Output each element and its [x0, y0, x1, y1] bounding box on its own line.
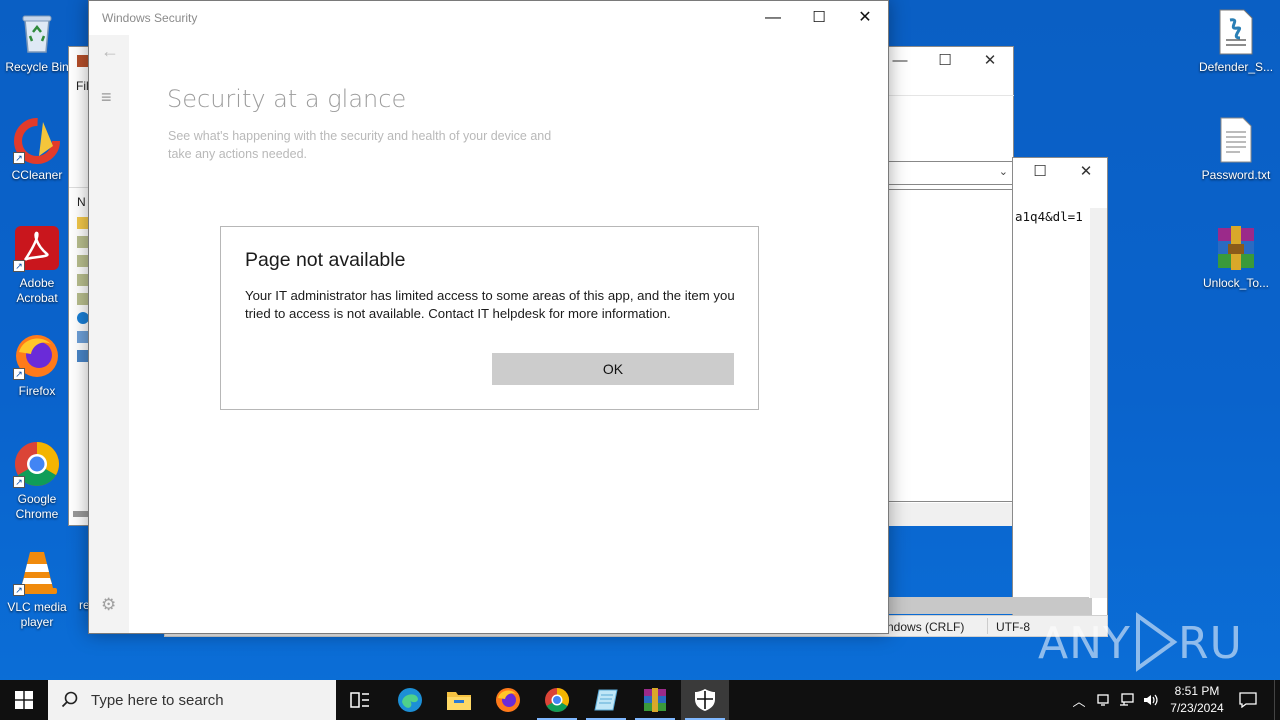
svg-text:RUN: RUN — [1178, 618, 1238, 669]
notepad-text-fragment: a1q4&dl=1 — [1015, 209, 1083, 224]
taskbar-file-explorer[interactable] — [435, 680, 483, 720]
taskbar-edge[interactable] — [386, 680, 434, 720]
shortcut-arrow-icon: ↗ — [13, 368, 25, 380]
background-window-upper[interactable]: — ☐ ✕ ⌄ — [886, 46, 1014, 526]
maximize-icon[interactable]: ☐ — [922, 47, 968, 77]
desktop-icon-label: Firefox — [18, 384, 56, 398]
column-fragment: N — [77, 195, 86, 209]
vertical-scrollbar[interactable] — [1090, 208, 1107, 598]
desktop-icon-password-txt[interactable]: Password.txt — [1199, 116, 1273, 183]
windows-logo-icon — [15, 691, 33, 709]
ok-button[interactable]: OK — [492, 353, 734, 385]
desktop-icon-label: CCleaner — [11, 168, 63, 182]
shortcut-arrow-icon: ↗ — [13, 152, 25, 164]
close-button[interactable]: ✕ — [842, 1, 888, 35]
start-button[interactable] — [0, 680, 48, 720]
page-heading: Security at a glance — [167, 85, 407, 113]
shortcut-arrow-icon: ↗ — [13, 584, 25, 596]
shortcut-arrow-icon: ↗ — [13, 476, 25, 488]
desktop-icon-label: Adobe Acrobat — [16, 276, 58, 305]
notification-center-button[interactable] — [1234, 680, 1262, 720]
tray-device-icon[interactable] — [1092, 680, 1114, 720]
chevron-up-icon: ︿ — [1072, 693, 1086, 709]
desktop-icon-ccleaner[interactable]: ↗ CCleaner — [0, 116, 74, 183]
task-view-icon — [350, 692, 369, 708]
taskbar-clock[interactable]: 8:51 PM 7/23/2024 — [1162, 683, 1232, 717]
folder-icon — [447, 692, 471, 710]
title-bar[interactable]: Windows Security — ☐ ✕ — [89, 1, 888, 35]
desktop-icon-vlc[interactable]: ↗ VLC media player — [0, 548, 74, 630]
page-subheading: See what's happening with the security a… — [168, 129, 552, 161]
show-desktop-strip[interactable] — [1274, 680, 1280, 720]
desktop-icon-label: VLC media player — [7, 600, 67, 629]
notification-icon — [1239, 692, 1257, 708]
taskbar: Type here to search ︿ 8:51 PM 7/23/2024 — [0, 680, 1280, 720]
hamburger-menu-icon[interactable]: ≡ — [101, 87, 112, 108]
firefox-icon — [496, 688, 520, 712]
taskbar-windows-security[interactable] — [681, 680, 729, 720]
minimize-button[interactable]: — — [750, 1, 796, 35]
network-icon[interactable] — [1116, 680, 1138, 720]
firefox-icon: ↗ — [13, 332, 61, 380]
desktop-icon-label: Unlock_To... — [1202, 276, 1270, 290]
desktop-icon-label: Recycle Bin — [5, 60, 69, 74]
dialog-title: Page not available — [245, 249, 406, 271]
chrome-icon — [545, 688, 570, 713]
taskbar-notepad[interactable] — [582, 680, 630, 720]
back-arrow-icon[interactable]: ← — [101, 41, 119, 62]
vlc-icon: ↗ — [13, 548, 61, 596]
maximize-button[interactable]: ☐ — [796, 1, 842, 35]
page-not-available-dialog: Page not available Your IT administrator… — [220, 226, 759, 410]
menu-fragment: Fil — [76, 79, 89, 93]
desktop-icon-label: Google Chrome — [15, 492, 59, 521]
script-file-icon — [1212, 8, 1260, 56]
show-hidden-icons-button[interactable]: ︿ — [1068, 680, 1090, 720]
close-icon[interactable]: ✕ — [967, 47, 1013, 77]
clock-date: 7/23/2024 — [1170, 701, 1224, 715]
desktop-icon-unlock-archive[interactable]: Unlock_To... — [1199, 224, 1273, 291]
settings-gear-icon[interactable]: ⚙ — [101, 595, 116, 615]
maximize-icon[interactable]: ☐ — [1017, 158, 1063, 188]
shield-icon — [695, 689, 715, 711]
close-icon[interactable]: ✕ — [1063, 158, 1109, 188]
edge-icon — [398, 688, 422, 712]
recycle-bin-icon — [13, 8, 61, 56]
desktop-icon-label: Password.txt — [1201, 168, 1271, 182]
text-file-icon — [1212, 116, 1260, 164]
status-encoding: UTF-8 — [996, 620, 1030, 634]
taskbar-winrar[interactable] — [631, 680, 679, 720]
search-icon — [61, 691, 78, 708]
status-line-ending: ndows (CRLF) — [887, 620, 965, 634]
taskbar-firefox[interactable] — [484, 680, 532, 720]
desktop-icon-google-chrome[interactable]: ↗ Google Chrome — [0, 440, 74, 522]
dialog-message: Your IT administrator has limited access… — [245, 288, 735, 321]
volume-icon[interactable] — [1140, 680, 1162, 720]
desktop-icon-label: Defender_S... — [1199, 60, 1274, 74]
winrar-archive-icon — [1212, 224, 1260, 272]
chrome-icon: ↗ — [13, 440, 61, 488]
navigation-pane: ← ≡ ⚙ — [89, 35, 129, 633]
desktop-icon-defender-script[interactable]: Defender_S... — [1199, 8, 1273, 75]
chevron-down-icon: ⌄ — [998, 166, 1008, 178]
task-view-button[interactable] — [336, 680, 384, 720]
desktop-icon-recycle-bin[interactable]: Recycle Bin — [0, 8, 74, 75]
svg-text:ANY: ANY — [1038, 618, 1131, 669]
watermark-logo-icon: ANY RUN — [1038, 612, 1276, 672]
search-placeholder: Type here to search — [91, 691, 224, 709]
windows-security-window[interactable]: Windows Security — ☐ ✕ ← ≡ ⚙ Security at… — [88, 0, 889, 634]
dropdown-field[interactable]: ⌄ — [887, 161, 1013, 185]
desktop-icon-adobe-acrobat[interactable]: ↗ Adobe Acrobat — [0, 224, 74, 306]
winrar-icon — [644, 688, 666, 712]
notepad-icon — [594, 689, 618, 711]
window-title: Windows Security — [102, 11, 198, 25]
background-notepad-window[interactable]: ☐ ✕ a1q4&dl=1 — [1012, 157, 1108, 637]
clock-time: 8:51 PM — [1174, 684, 1220, 698]
ccleaner-icon: ↗ — [13, 116, 61, 164]
taskbar-chrome[interactable] — [533, 680, 581, 720]
shortcut-arrow-icon: ↗ — [13, 260, 25, 272]
adobe-acrobat-icon: ↗ — [13, 224, 61, 272]
desktop-icon-firefox[interactable]: ↗ Firefox — [0, 332, 74, 399]
any-run-watermark: ANY RUN — [1038, 610, 1276, 685]
taskbar-search-box[interactable]: Type here to search — [48, 680, 336, 720]
